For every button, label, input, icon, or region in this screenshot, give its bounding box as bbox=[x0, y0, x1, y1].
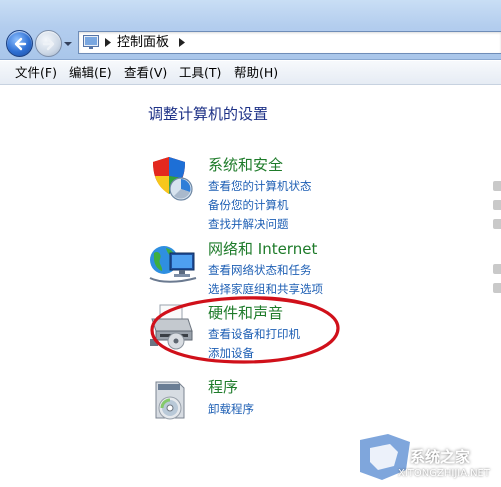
chevron-down-icon[interactable] bbox=[64, 40, 72, 48]
breadcrumb-separator-icon[interactable] bbox=[105, 38, 111, 47]
link-view-computer-status[interactable]: 查看您的计算机状态 bbox=[208, 178, 312, 194]
link-view-network-status[interactable]: 查看网络状态和任务 bbox=[208, 262, 312, 278]
watermark-text: 系统之家 bbox=[410, 448, 471, 466]
address-field[interactable]: 控制面板 bbox=[78, 31, 501, 54]
programs-icon[interactable] bbox=[148, 378, 198, 428]
category-title-network-internet[interactable]: 网络和 Internet bbox=[208, 240, 317, 259]
link-troubleshoot[interactable]: 查找并解决问题 bbox=[208, 216, 289, 232]
arrow-right-icon bbox=[42, 37, 55, 51]
edge-marker bbox=[493, 264, 501, 274]
breadcrumb-separator-icon[interactable] bbox=[179, 38, 185, 47]
forward-button[interactable] bbox=[35, 30, 62, 57]
arrow-left-icon bbox=[14, 37, 27, 51]
menu-file[interactable]: 文件(F) bbox=[15, 65, 57, 81]
link-uninstall-program[interactable]: 卸载程序 bbox=[208, 401, 254, 417]
page-title: 调整计算机的设置 bbox=[148, 105, 269, 123]
content-area: 调整计算机的设置 系统和安全 查看您的计算机状态 备份您的计算机 查找并解决问题 bbox=[0, 86, 501, 487]
menu-bar: 文件(F) 编辑(E) 查看(V) 工具(T) 帮助(H) bbox=[0, 61, 501, 85]
edge-marker bbox=[493, 200, 501, 210]
menu-help[interactable]: 帮助(H) bbox=[234, 65, 278, 81]
breadcrumb-control-panel[interactable]: 控制面板 bbox=[117, 34, 169, 52]
edge-marker bbox=[493, 283, 501, 293]
link-backup-computer[interactable]: 备份您的计算机 bbox=[208, 197, 289, 213]
address-bar: 控制面板 bbox=[0, 0, 501, 60]
network-icon[interactable] bbox=[148, 238, 198, 288]
category-title-programs[interactable]: 程序 bbox=[208, 378, 238, 397]
shield-icon[interactable] bbox=[148, 154, 198, 204]
back-button[interactable] bbox=[6, 30, 33, 57]
menu-tools[interactable]: 工具(T) bbox=[179, 65, 221, 81]
menu-view[interactable]: 查看(V) bbox=[124, 65, 167, 81]
menu-edit[interactable]: 编辑(E) bbox=[69, 65, 112, 81]
category-title-system-security[interactable]: 系统和安全 bbox=[208, 156, 283, 175]
watermark-subtext: XITONGZHIJIA.NET bbox=[398, 468, 490, 479]
edge-marker bbox=[493, 219, 501, 229]
control-panel-icon bbox=[83, 35, 99, 49]
annotation-ellipse bbox=[150, 296, 340, 364]
edge-marker bbox=[493, 181, 501, 191]
